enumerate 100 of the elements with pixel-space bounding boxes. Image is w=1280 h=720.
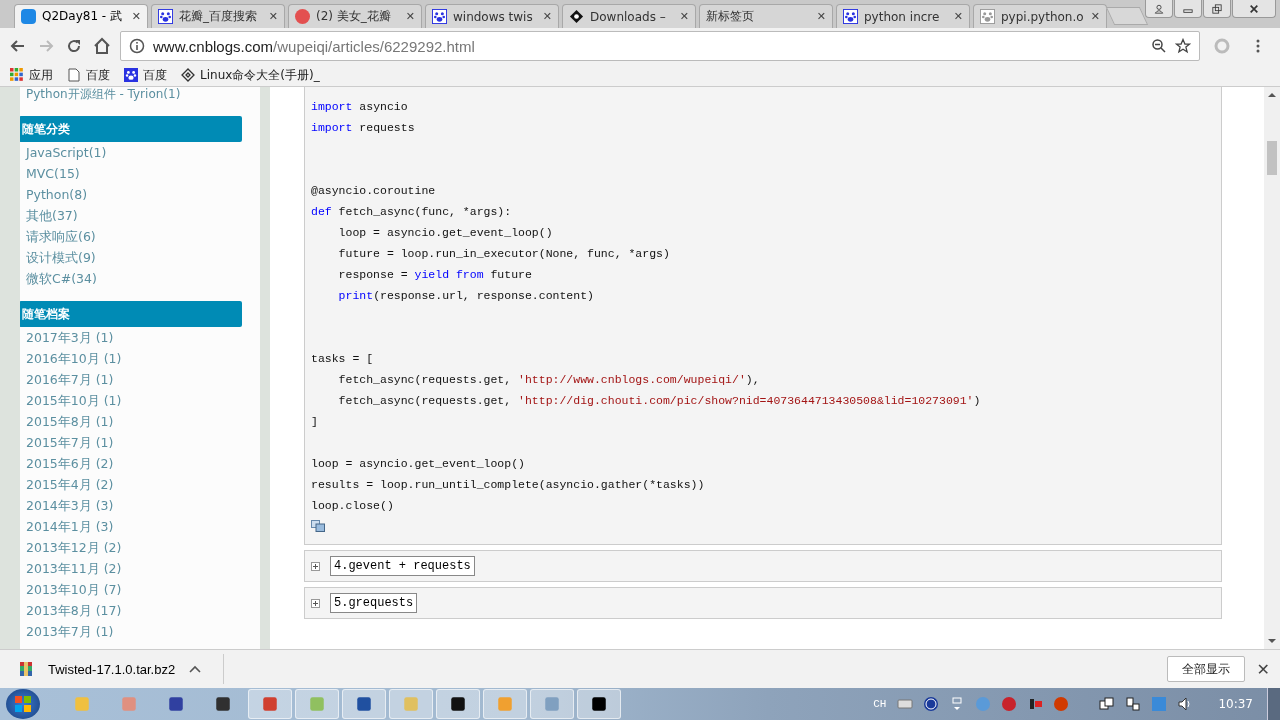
close-icon[interactable]: ✕ [131,10,141,23]
expand-icon[interactable] [311,598,320,608]
code-line: def fetch_async(func, *args): [311,204,513,220]
close-icon[interactable]: ✕ [542,10,552,23]
browser-tab[interactable]: (2) 美女_花瓣 ✕ [288,4,422,28]
keyboard-icon[interactable] [897,696,914,712]
url-text: www.cnblogs.com/wupeiqi/articles/6229292.html [153,37,475,55]
browser-tab[interactable]: 新标签页 ✕ [699,4,833,28]
user-button[interactable] [1145,0,1173,18]
category-link[interactable]: 2014年3月 (3) [20,495,260,516]
chevron-up-icon[interactable] [189,665,202,673]
restore-button[interactable] [1203,0,1231,18]
browser-tab[interactable]: 花瓣_百度搜索 ✕ [151,4,285,28]
star-icon[interactable] [1175,38,1191,54]
start-button[interactable] [6,689,40,719]
close-icon[interactable]: ✕ [405,10,415,23]
category-link[interactable]: 2016年7月 (1) [20,369,260,390]
scrollbar[interactable] [1264,87,1280,649]
home-icon[interactable] [92,36,112,56]
category-link[interactable]: 2013年10月 (7) [20,579,260,600]
category-link[interactable]: 请求响应(6) [20,226,260,247]
close-icon[interactable]: ✕ [679,10,689,23]
category-link[interactable]: 2015年4月 (2) [20,474,260,495]
code-line: tasks = [ [311,351,375,367]
category-link[interactable]: 2013年12月 (2) [20,537,260,558]
network-icon[interactable] [1125,696,1142,712]
section-title[interactable]: 4.gevent + requests [330,556,475,576]
code-line: loop.close() [311,498,395,514]
tab-title: pypi.python.o [1001,9,1085,24]
diamond-icon [181,68,195,82]
address-bar[interactable]: www.cnblogs.com/wupeiqi/articles/6229292.html [120,31,1200,61]
close-icon [1249,3,1259,14]
close-icon[interactable]: ✕ [1090,10,1100,23]
tab-title: python incre [864,9,941,24]
bookmark-item[interactable]: 百度 [67,66,110,84]
code-line: response = yield from future [337,267,533,283]
browser-tab[interactable]: Downloads – ✕ [562,4,696,28]
close-icon[interactable]: ✕ [268,10,278,23]
category-link[interactable]: 2013年7月 (1) [20,621,260,642]
paw-icon [124,68,138,82]
tab-title: Downloads – [590,9,667,24]
category-link[interactable]: 2015年6月 (2) [20,453,260,474]
category-link[interactable]: MVC(15) [20,163,260,184]
code-line: print(response.url, response.content) [337,288,595,304]
zoom-out-icon[interactable] [1151,38,1167,54]
category-link[interactable]: 2013年11月 (2) [20,558,260,579]
category-link[interactable]: 其他(37) [20,205,260,226]
download-item[interactable]: Twisted-17.1.0.tar.bz2 [18,654,225,684]
taskbar-button[interactable] [342,689,386,719]
code-line: @asyncio.coroutine [311,183,437,199]
category-link[interactable]: Python开源组件 - Tyrion(1) [20,87,260,104]
windows-logo-icon [13,694,33,714]
section-header: 随笔分类 [20,116,242,142]
code-line: loop = asyncio.get_event_loop() [337,225,554,241]
windows-stack-icon[interactable] [1099,696,1116,712]
bookmark-item[interactable]: 百度 [124,66,167,84]
tab-title: 新标签页 [706,8,755,25]
category-link[interactable]: 2015年7月 (1) [20,432,260,453]
category-link[interactable]: 2015年10月 (1) [20,390,260,411]
copy-icon[interactable] [311,520,325,532]
category-link[interactable]: 2013年8月 (17) [20,600,260,621]
scrollbar-thumb[interactable] [1267,141,1277,175]
code-line: import requests [311,120,416,136]
show-all-button[interactable]: 全部显示 [1166,656,1245,682]
scroll-down-icon[interactable] [1268,638,1276,644]
category-link[interactable]: 设计模式(9) [20,247,260,268]
category-link[interactable]: Python(8) [20,184,260,205]
browser-tab[interactable]: python incre ✕ [836,4,970,28]
archive-icon [18,661,34,677]
code-line: fetch_async(requests.get, 'http://www.cnblogs.com/wupeiqi/'), [337,372,761,388]
section-title[interactable]: 5.grequests [330,593,418,613]
taskbar-button[interactable] [436,689,480,719]
minimize-button[interactable] [1174,0,1202,18]
close-button[interactable]: ✕ [1256,659,1270,679]
taskbar-button[interactable] [577,689,621,719]
close-icon[interactable]: ✕ [816,10,826,23]
page-icon [67,68,81,82]
paw-icon [843,9,858,24]
paw-icon [158,9,173,24]
code-line: results = loop.run_until_complete(asyncio.gather(*tasks)) [311,477,706,493]
tab-title: 花瓣_百度搜索 [179,8,258,25]
close-icon[interactable]: ✕ [953,10,963,23]
paw-icon [980,9,995,24]
diamond-icon [569,9,584,24]
expand-icon[interactable] [311,561,320,571]
category-link[interactable]: 微软C#(34) [20,268,260,289]
code-line: future = loop.run_in_executor(None, func, *args) [337,246,671,262]
browser-tab[interactable]: pypi.python.o ✕ [973,4,1107,28]
category-link[interactable]: 2017年3月 (1) [20,327,260,348]
bookmark-item[interactable]: Linux命令大全(手册)_ [181,66,320,84]
show-desktop-button[interactable] [1267,688,1280,720]
browser-tab[interactable]: windows twis ✕ [425,4,559,28]
category-link[interactable]: 2016年10月 (1) [20,348,260,369]
bookmark-item[interactable]: 应用 [10,66,53,84]
category-link[interactable]: 2015年8月 (1) [20,411,260,432]
close-window-button[interactable] [1232,0,1276,18]
browser-tab[interactable]: Q2Day81 - 武 ✕ [14,4,148,28]
category-link[interactable]: JavaScript(1) [20,142,260,163]
category-link[interactable]: 2014年1月 (3) [20,516,260,537]
scroll-up-icon[interactable] [1268,92,1276,98]
